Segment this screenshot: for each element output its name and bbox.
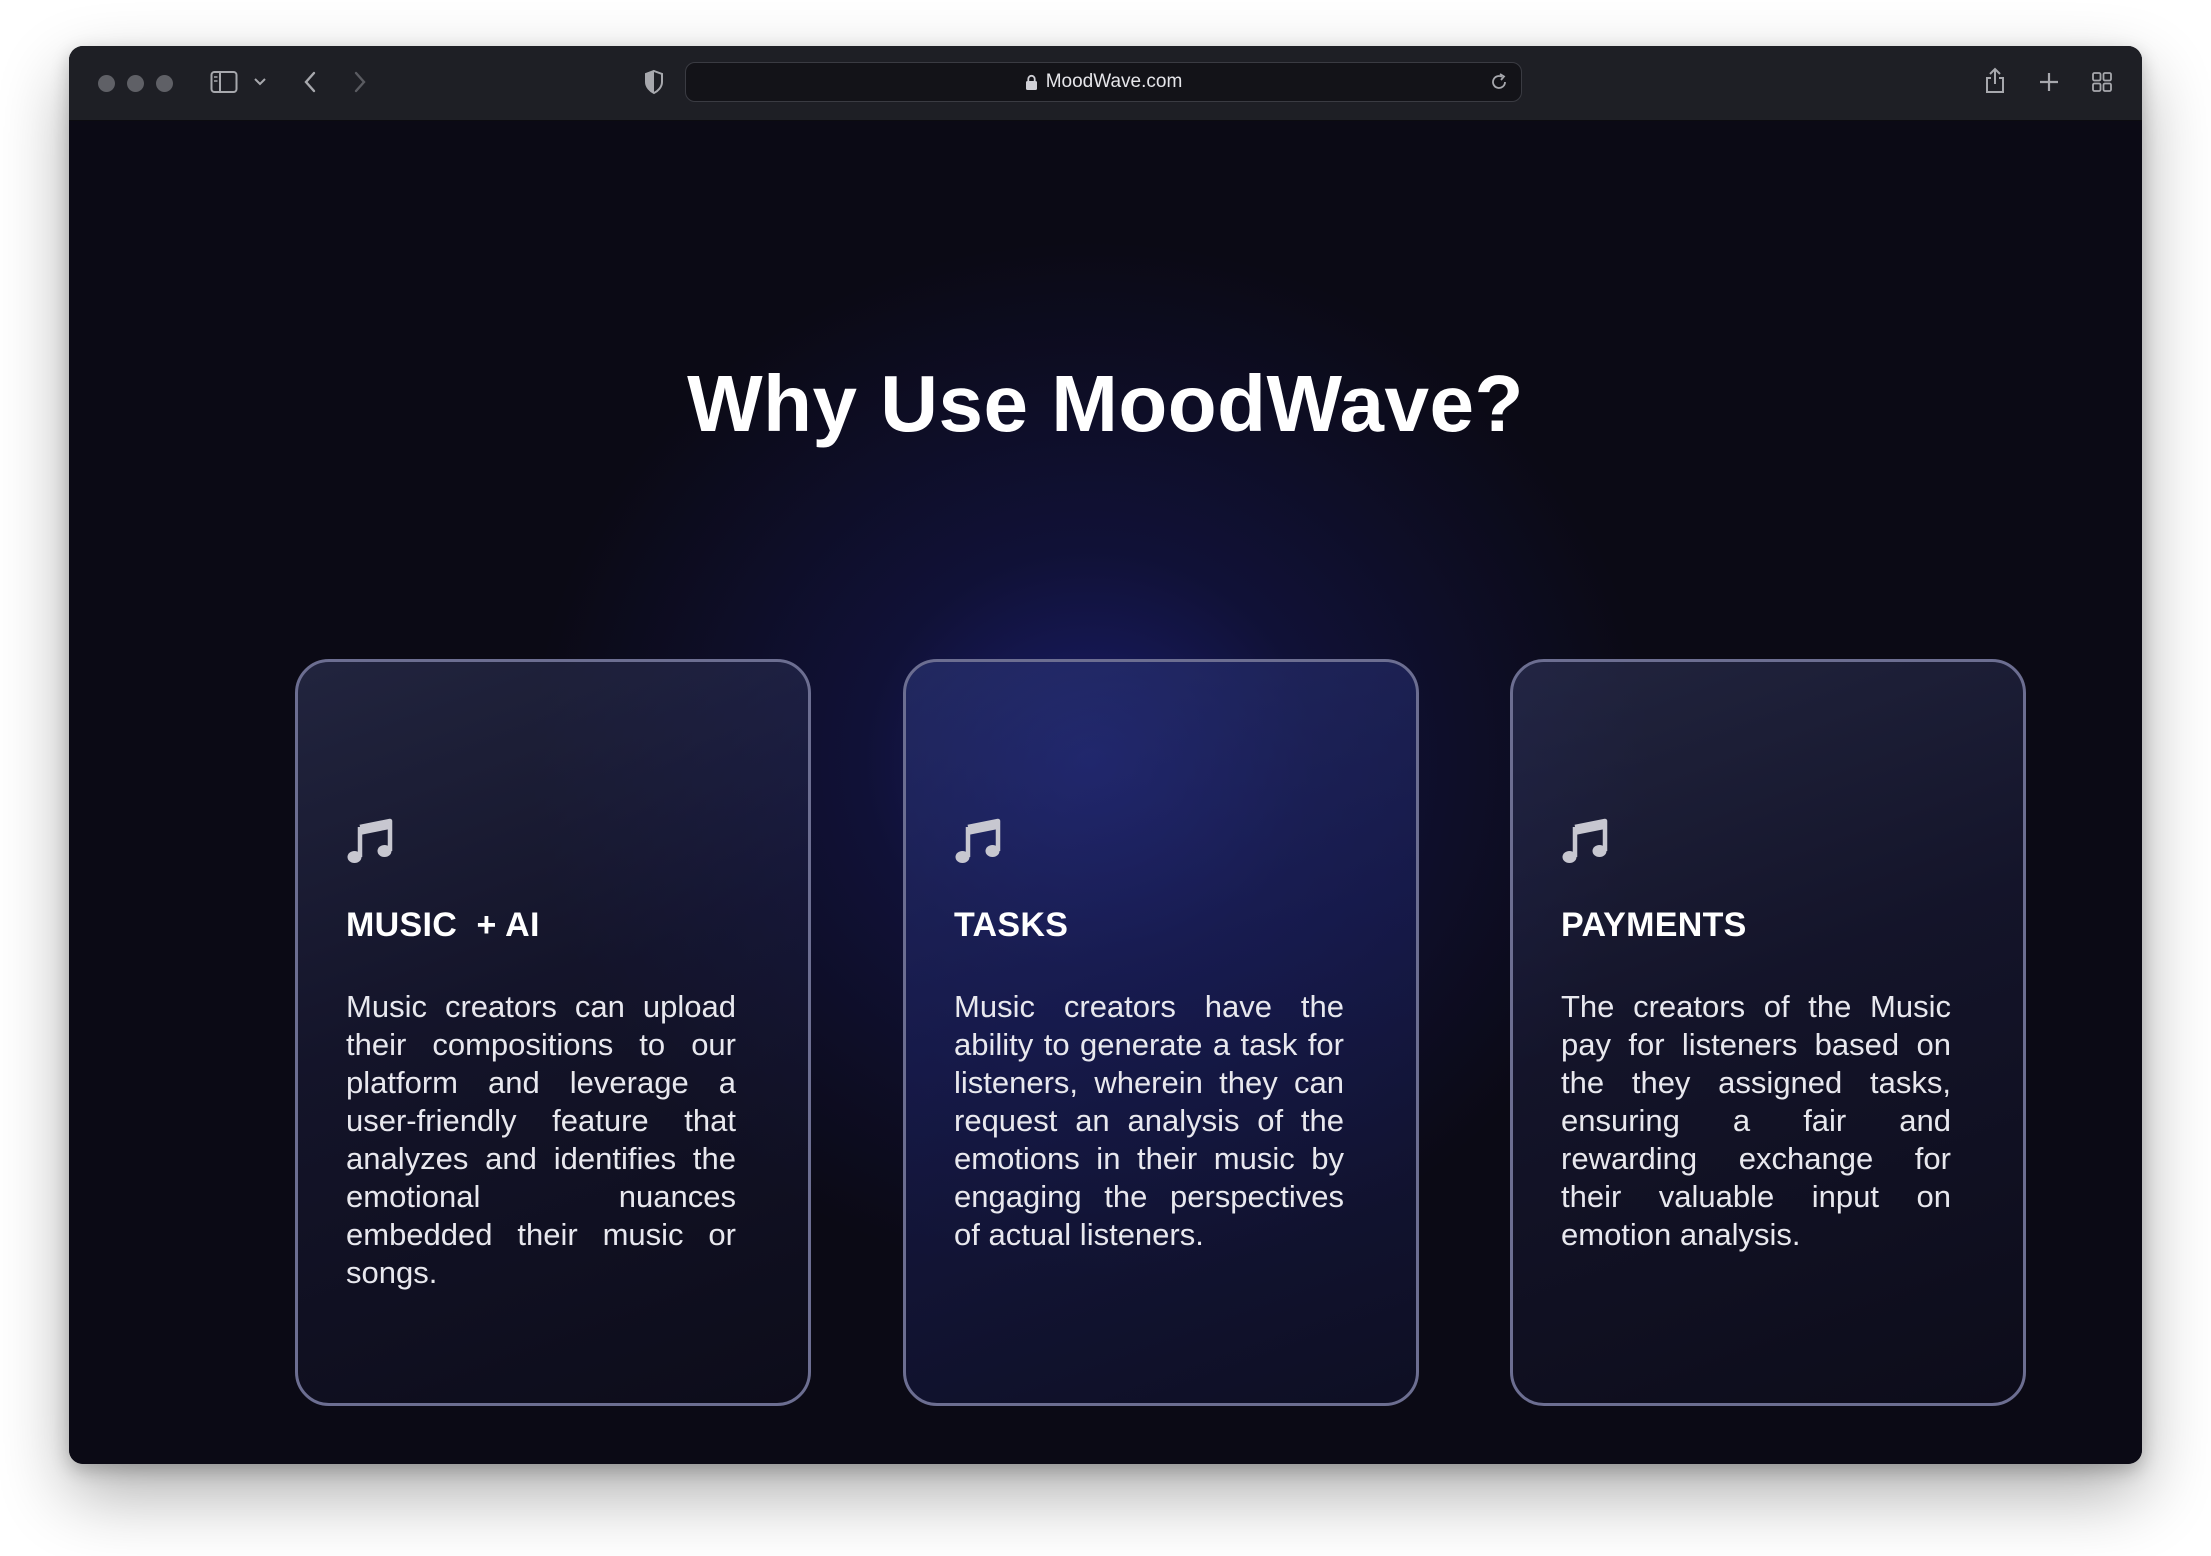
browser-toolbar: MoodWave.com bbox=[69, 46, 2142, 121]
page-content: Why Use MoodWave? MUSIC + AI Music creat… bbox=[69, 121, 2142, 1464]
music-note-icon bbox=[346, 817, 396, 867]
close-window-button[interactable] bbox=[98, 75, 115, 92]
sidebar-toggle-icon[interactable] bbox=[210, 70, 238, 94]
share-icon[interactable] bbox=[1983, 67, 2007, 95]
privacy-shield-icon[interactable] bbox=[643, 69, 665, 95]
card-description: The creators of the Music pay for listen… bbox=[1561, 989, 1951, 1252]
card-title: PAYMENTS bbox=[1561, 906, 1747, 944]
tab-overview-icon[interactable] bbox=[2091, 71, 2113, 93]
card-title: MUSIC + AI bbox=[346, 906, 540, 944]
forward-arrow-icon[interactable] bbox=[352, 70, 368, 94]
back-arrow-icon[interactable] bbox=[302, 70, 318, 94]
feature-card-music-ai: MUSIC + AI Music creators can upload the… bbox=[295, 659, 811, 1406]
feature-card-tasks: TASKS Music creators have the ability to… bbox=[903, 659, 1419, 1406]
feature-card-payments: PAYMENTS The creators of the Music pay f… bbox=[1510, 659, 2026, 1406]
chevron-down-icon[interactable] bbox=[253, 77, 267, 87]
address-bar[interactable]: MoodWave.com bbox=[685, 62, 1522, 102]
reload-icon[interactable] bbox=[1489, 72, 1509, 92]
page-title: Why Use MoodWave? bbox=[687, 359, 1524, 448]
card-description: Music creators have the ability to gener… bbox=[954, 989, 1344, 1252]
zoom-window-button[interactable] bbox=[156, 75, 173, 92]
browser-window: MoodWave.com Why Use MoodWave? MUSIC + A… bbox=[69, 46, 2142, 1464]
card-title: TASKS bbox=[954, 906, 1069, 944]
minimize-window-button[interactable] bbox=[127, 75, 144, 92]
music-note-icon bbox=[954, 817, 1004, 867]
new-tab-icon[interactable] bbox=[2038, 71, 2060, 93]
lock-icon bbox=[1025, 74, 1038, 91]
card-description: Music creators can upload their composit… bbox=[346, 989, 736, 1290]
music-note-icon bbox=[1561, 817, 1611, 867]
url-text: MoodWave.com bbox=[1045, 71, 1183, 92]
